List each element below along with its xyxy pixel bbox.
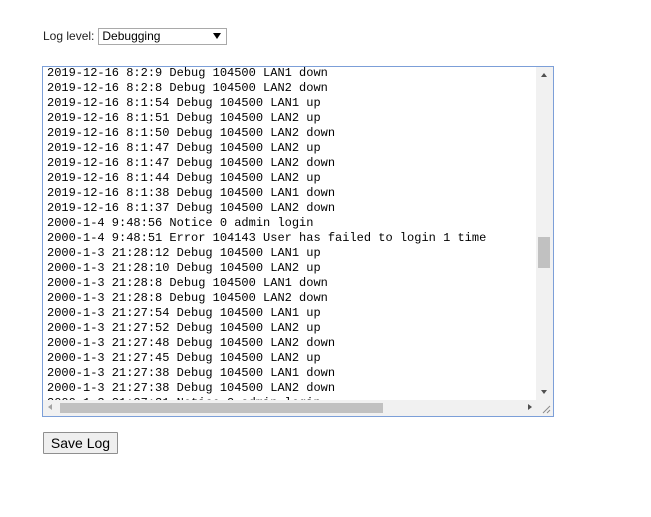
log-lines: 2019-12-16 8:2:9 Debug 104500 LAN1 down 2… (47, 66, 537, 400)
log-line: 2000-1-3 21:27:38 Debug 104500 LAN1 down (47, 366, 336, 380)
log-line: 2000-1-3 21:27:38 Debug 104500 LAN2 down (47, 381, 336, 395)
log-line: 2000-1-4 9:48:56 Notice 0 admin login (47, 216, 314, 230)
arrow-down-icon[interactable] (541, 390, 547, 394)
log-line: 2000-1-3 21:28:10 Debug 104500 LAN2 up (47, 261, 321, 275)
log-line: 2019-12-16 8:1:54 Debug 104500 LAN1 up (47, 96, 321, 110)
vertical-scrollbar[interactable] (536, 67, 553, 400)
log-line: 2000-1-3 21:27:54 Debug 104500 LAN1 up (47, 306, 321, 320)
log-page: Log level: Debugging 2019-12-16 8:2:9 De… (0, 0, 651, 517)
save-log-button[interactable]: Save Log (43, 432, 118, 454)
log-line: 2000-1-3 21:28:12 Debug 104500 LAN1 up (47, 246, 321, 260)
log-line: 2019-12-16 8:2:9 Debug 104500 LAN1 down (47, 66, 328, 80)
log-line: 2019-12-16 8:2:8 Debug 104500 LAN2 down (47, 81, 328, 95)
log-line: 2019-12-16 8:1:38 Debug 104500 LAN1 down (47, 186, 336, 200)
vertical-scroll-thumb[interactable] (538, 237, 550, 268)
log-line: 2000-1-3 21:28:8 Debug 104500 LAN1 down (47, 276, 328, 290)
chevron-down-icon (213, 32, 222, 39)
horizontal-scroll-thumb[interactable] (60, 403, 383, 413)
log-line: 2000-1-3 21:28:8 Debug 104500 LAN2 down (47, 291, 328, 305)
log-line: 2019-12-16 8:1:44 Debug 104500 LAN2 up (47, 171, 321, 185)
horizontal-scrollbar[interactable] (43, 400, 536, 416)
log-line: 2019-12-16 8:1:37 Debug 104500 LAN2 down (47, 201, 336, 215)
log-level-label: Log level: (43, 29, 95, 43)
log-line: 2000-1-3 21:27:48 Debug 104500 LAN2 down (47, 336, 336, 350)
log-line: 2000-1-3 21:27:52 Debug 104500 LAN2 up (47, 321, 321, 335)
log-line: 2019-12-16 8:1:47 Debug 104500 LAN2 up (47, 141, 321, 155)
log-level-row: Log level: Debugging (43, 27, 228, 45)
log-line: 2019-12-16 8:1:50 Debug 104500 LAN2 down (47, 126, 336, 140)
resize-grip-icon[interactable] (536, 400, 553, 416)
log-line: 2019-12-16 8:1:51 Debug 104500 LAN2 up (47, 111, 321, 125)
log-line: 2000-1-4 9:48:51 Error 104143 User has f… (47, 231, 487, 245)
log-line: 2000-1-3 21:27:45 Debug 104500 LAN2 up (47, 351, 321, 365)
log-level-select[interactable]: Debugging (98, 27, 228, 45)
log-line: 2019-12-16 8:1:47 Debug 104500 LAN2 down (47, 156, 336, 170)
log-level-selected-value: Debugging (102, 28, 161, 43)
arrow-left-icon[interactable] (48, 404, 52, 410)
arrow-up-icon[interactable] (541, 73, 547, 77)
log-textarea[interactable]: 2019-12-16 8:2:9 Debug 104500 LAN1 down 2… (42, 66, 554, 417)
arrow-right-icon[interactable] (528, 404, 532, 410)
